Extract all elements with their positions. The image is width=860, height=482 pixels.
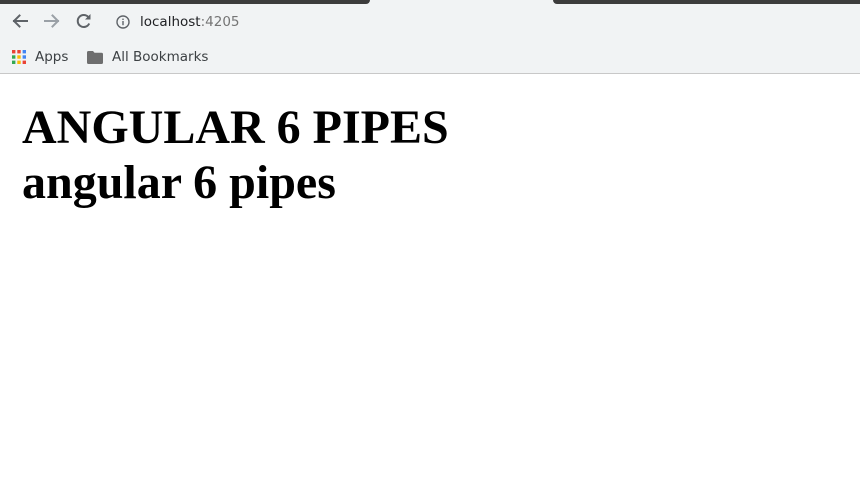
arrow-right-icon bbox=[44, 14, 60, 28]
page-heading-lowercase: angular 6 pipes bbox=[22, 156, 336, 209]
back-button[interactable] bbox=[8, 9, 32, 33]
url-host: localhost bbox=[140, 14, 201, 30]
page-heading-uppercase: ANGULAR 6 PIPES bbox=[22, 101, 449, 154]
folder-icon bbox=[87, 50, 103, 64]
browser-toolbar: localhost:4205 bbox=[0, 4, 860, 40]
reload-button[interactable] bbox=[72, 9, 96, 33]
url-port: :4205 bbox=[200, 14, 240, 30]
address-bar[interactable]: localhost:4205 bbox=[108, 7, 860, 37]
page-content: ANGULAR 6 PIPES angular 6 pipes bbox=[0, 74, 860, 482]
apps-grid-icon bbox=[12, 50, 26, 64]
all-bookmarks-label: All Bookmarks bbox=[112, 49, 209, 65]
info-icon[interactable] bbox=[116, 15, 130, 29]
forward-button[interactable] bbox=[40, 9, 64, 33]
arrow-left-icon bbox=[12, 14, 28, 28]
bookmarks-bar: Apps All Bookmarks bbox=[0, 40, 860, 74]
reload-icon bbox=[76, 14, 91, 28]
apps-label: Apps bbox=[35, 49, 69, 65]
apps-bookmark[interactable]: Apps bbox=[12, 47, 68, 67]
all-bookmarks-folder[interactable]: All Bookmarks bbox=[87, 47, 208, 67]
url-text[interactable]: localhost:4205 bbox=[140, 14, 240, 30]
